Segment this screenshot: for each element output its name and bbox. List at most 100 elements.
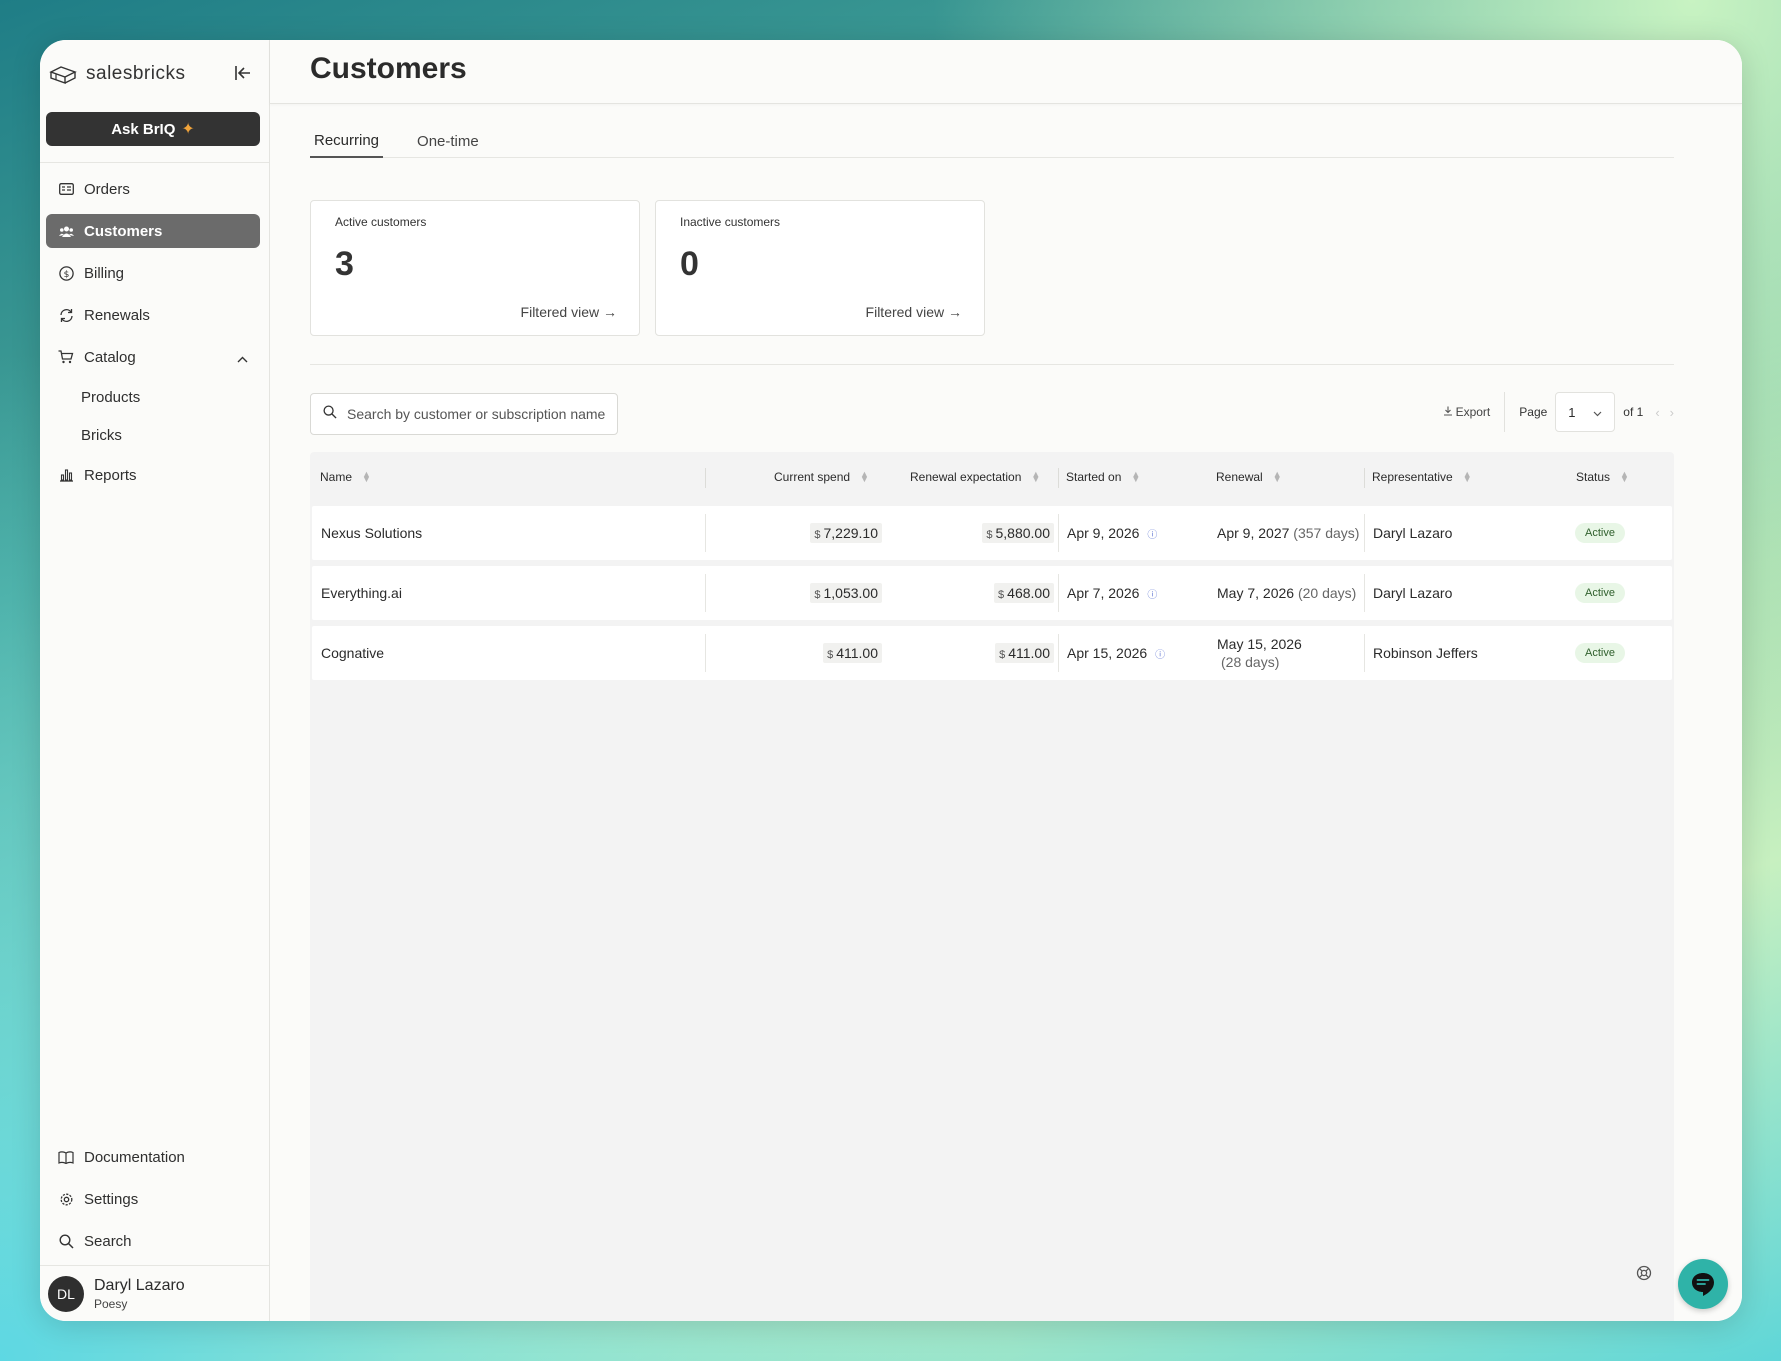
stat-label: Inactive customers <box>680 215 781 229</box>
info-icon[interactable]: ⓘ <box>1147 526 1157 541</box>
sort-icon: ▲ ▼ <box>860 469 869 484</box>
search-input[interactable] <box>347 406 607 422</box>
info-icon[interactable]: ⓘ <box>1147 586 1157 601</box>
gear-icon <box>58 1191 74 1207</box>
ask-briq-button[interactable]: Ask BrIQ ✦ <box>46 112 260 146</box>
page-select[interactable]: 1 <box>1555 392 1616 432</box>
renewal-date: May 7, 2026 <box>1217 585 1295 601</box>
info-icon[interactable]: ⓘ <box>1155 646 1165 661</box>
collapse-sidebar-icon[interactable] <box>232 62 254 84</box>
orders-icon <box>58 181 74 197</box>
customer-name[interactable]: Nexus Solutions <box>321 506 422 560</box>
sidebar-item-catalog[interactable]: Catalog <box>46 340 260 374</box>
table-toolbar: Export Page 1 of 1 ‹ › <box>1443 390 1674 434</box>
stat-label: Active customers <box>335 215 427 229</box>
sidebar-subitem-products[interactable]: Products <box>46 382 260 412</box>
started-on: Apr 7, 2026 ⓘ <box>1067 566 1157 620</box>
status-badge: Active <box>1575 643 1625 663</box>
renewal-days: (357 days) <box>1293 525 1360 541</box>
sidebar-bottom-nav: Documentation Settings Search <box>46 1140 260 1266</box>
customers-table: Name ▲ ▼ Current spend ▲ ▼ Renewal expectati… <box>310 452 1674 1321</box>
col-header-label: Renewal expectation <box>910 470 1022 484</box>
user-name: Daryl Lazaro <box>94 1276 185 1294</box>
table-row[interactable]: Everything.ai $1,053.00 $468.00 Apr 7, 2… <box>312 566 1672 620</box>
table-row[interactable]: Nexus Solutions $7,229.10 $5,880.00 Apr … <box>312 506 1672 560</box>
renewal-date: May 15, 2026 <box>1217 636 1302 652</box>
download-icon <box>1443 405 1453 419</box>
representative: Daryl Lazaro <box>1373 525 1453 541</box>
user-profile[interactable]: DL Daryl Lazaro Poesy <box>40 1265 269 1321</box>
col-header-label: Current spend <box>774 470 851 484</box>
help-lifebuoy-icon[interactable] <box>1636 1265 1652 1281</box>
status-badge: Active <box>1575 523 1625 543</box>
currency-symbol: $ <box>827 649 834 661</box>
col-header-renewal[interactable]: Renewal ▲ ▼ <box>1216 452 1282 502</box>
col-header-renewal-expectation[interactable]: Renewal expectation ▲ ▼ <box>910 452 1040 502</box>
table-header: Name ▲ ▼ Current spend ▲ ▼ Renewal expectati… <box>310 452 1674 502</box>
column-divider <box>1058 574 1059 612</box>
status-cell: Active <box>1575 506 1625 560</box>
col-header-label: Renewal <box>1216 470 1263 484</box>
sort-icon: ▲ ▼ <box>1272 469 1282 484</box>
chevron-down-icon <box>1593 405 1602 420</box>
sidebar-subitem-bricks[interactable]: Bricks <box>46 420 260 450</box>
currency-symbol: $ <box>999 649 1006 661</box>
col-header-label: Representative <box>1372 470 1453 484</box>
sort-icon: ▲ ▼ <box>362 469 371 484</box>
dollar-circle-icon: $ <box>58 265 74 281</box>
filtered-view-link[interactable]: Filtered view → <box>521 304 617 320</box>
sidebar-item-reports[interactable]: Reports <box>46 458 260 492</box>
status-cell: Active <box>1575 626 1625 680</box>
svg-text:$: $ <box>63 269 69 279</box>
sidebar-divider <box>40 162 269 163</box>
col-header-status[interactable]: Status ▲ ▼ <box>1576 452 1629 502</box>
page-value: 1 <box>1568 404 1576 420</box>
table-row[interactable]: Cognative $411.00 $411.00 Apr 15, 2026 ⓘ … <box>312 626 1672 680</box>
sidebar-item-customers[interactable]: Customers <box>46 214 260 248</box>
column-divider <box>1058 514 1059 552</box>
stat-value: 0 <box>680 245 699 283</box>
next-page-icon[interactable]: › <box>1670 405 1674 420</box>
renewal-expectation: $411.00 <box>995 626 1054 680</box>
app-window: salesbricks Ask BrIQ ✦ Orders Customers … <box>40 40 1742 1321</box>
column-divider <box>705 634 706 672</box>
col-header-name[interactable]: Name ▲ ▼ <box>320 452 371 502</box>
sidebar-subitem-label: Products <box>81 388 141 406</box>
renewal: May 7, 2026 (20 days) <box>1217 566 1356 620</box>
column-divider <box>1364 468 1365 488</box>
search-field[interactable] <box>310 393 618 435</box>
col-header-label: Started on <box>1066 470 1122 484</box>
sidebar-item-settings[interactable]: Settings <box>46 1182 260 1216</box>
renewal-expectation: $5,880.00 <box>982 506 1054 560</box>
search-icon <box>58 1233 74 1249</box>
sidebar-item-search[interactable]: Search <box>46 1224 260 1258</box>
export-button[interactable]: Export <box>1443 392 1506 432</box>
amount: 7,229.10 <box>823 525 879 541</box>
filtered-view-link[interactable]: Filtered view → <box>866 304 962 320</box>
avatar: DL <box>48 1275 84 1312</box>
sort-icon: ▲ ▼ <box>1131 469 1141 484</box>
cart-icon <box>58 349 74 365</box>
col-header-started-on[interactable]: Started on ▲ ▼ <box>1066 452 1140 502</box>
col-header-current-spend[interactable]: Current spend ▲ ▼ <box>774 452 869 502</box>
prev-page-icon[interactable]: ‹ <box>1655 405 1659 420</box>
chat-button[interactable] <box>1678 1259 1728 1309</box>
sidebar-item-orders[interactable]: Orders <box>46 172 260 206</box>
started-on: Apr 15, 2026 ⓘ <box>1067 626 1165 680</box>
status-cell: Active <box>1575 566 1625 620</box>
col-header-representative[interactable]: Representative ▲ ▼ <box>1372 452 1472 502</box>
bricks-logo-icon <box>49 66 77 84</box>
customer-name[interactable]: Everything.ai <box>321 566 402 620</box>
column-divider <box>1364 574 1365 612</box>
customer-name[interactable]: Cognative <box>321 626 384 680</box>
sidebar-item-label: Orders <box>84 180 130 198</box>
sidebar-item-renewals[interactable]: Renewals <box>46 298 260 332</box>
chevron-up-icon[interactable] <box>237 350 248 367</box>
sidebar-item-documentation[interactable]: Documentation <box>46 1140 260 1174</box>
amount: 468.00 <box>1007 585 1050 601</box>
tab-one-time[interactable]: One-time <box>413 124 483 158</box>
tab-recurring[interactable]: Recurring <box>310 124 384 158</box>
brand[interactable]: salesbricks <box>48 62 185 86</box>
sidebar-item-billing[interactable]: $ Billing <box>46 256 260 290</box>
started-on-date: Apr 7, 2026 <box>1067 585 1140 601</box>
